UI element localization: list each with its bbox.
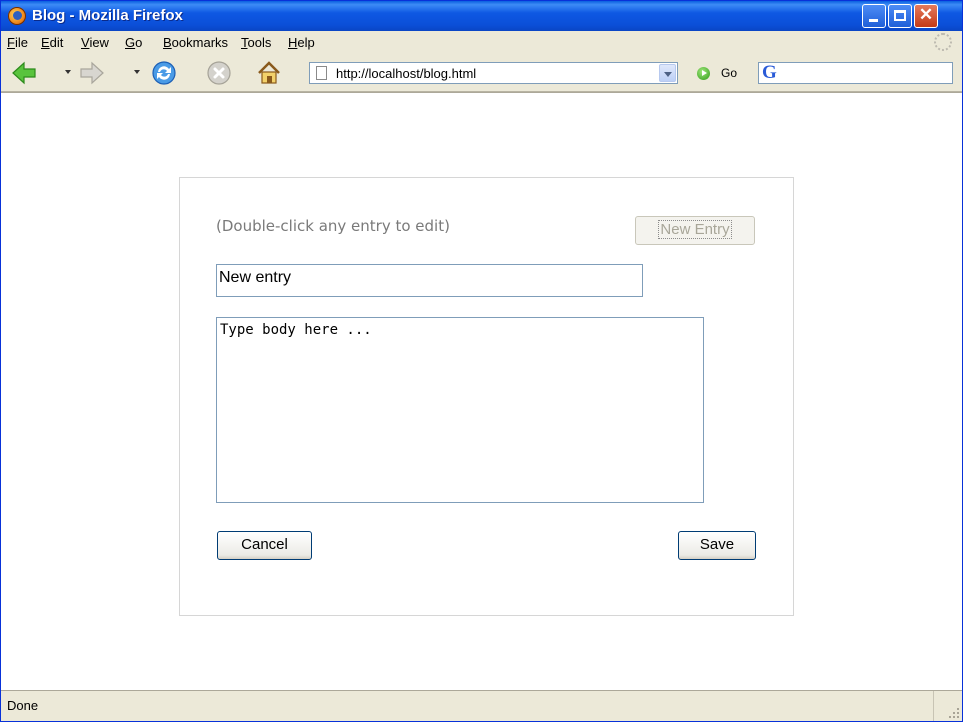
status-text: Done: [7, 698, 39, 713]
page-icon: [316, 66, 327, 80]
close-button[interactable]: ✕: [914, 4, 938, 28]
throbber-icon: [934, 33, 952, 51]
url-text[interactable]: http://localhost/blog.html: [336, 66, 476, 81]
menu-edit[interactable]: Edit: [41, 35, 63, 50]
forward-arrow-icon[interactable]: [79, 60, 105, 86]
blog-editor-panel: (Double-click any entry to edit) New Ent…: [179, 177, 794, 616]
back-history-dropdown-icon[interactable]: [65, 70, 71, 74]
forward-history-dropdown-icon[interactable]: [134, 70, 140, 74]
status-bar: Done: [1, 690, 962, 721]
save-button[interactable]: Save: [678, 531, 756, 560]
maximize-button[interactable]: [888, 4, 912, 28]
menu-bookmarks[interactable]: Bookmarks: [163, 35, 228, 50]
resize-grip-icon[interactable]: [933, 691, 962, 721]
minimize-icon: [869, 19, 878, 22]
maximize-icon: [894, 10, 906, 21]
close-icon: ✕: [918, 5, 934, 24]
home-icon[interactable]: [256, 60, 282, 86]
stop-icon[interactable]: [206, 60, 232, 86]
entry-title-input[interactable]: New entry: [216, 264, 643, 297]
entry-body-textarea[interactable]: Type body here ...: [216, 317, 704, 503]
menu-file[interactable]: File: [7, 35, 28, 50]
chevron-down-icon: [664, 72, 672, 77]
browser-window: Blog - Mozilla Firefox ✕ File Edit View …: [0, 0, 963, 722]
google-icon[interactable]: G: [762, 63, 780, 82]
search-input[interactable]: G: [758, 62, 953, 84]
go-icon[interactable]: [697, 67, 710, 80]
menu-tools[interactable]: Tools: [241, 35, 271, 50]
page-content: (Double-click any entry to edit) New Ent…: [1, 92, 962, 690]
menu-go[interactable]: Go: [125, 35, 142, 50]
go-button[interactable]: Go: [721, 66, 737, 80]
window-title: Blog - Mozilla Firefox: [32, 7, 183, 24]
url-bar[interactable]: http://localhost/blog.html: [309, 62, 678, 84]
menu-bar: File Edit View Go Bookmarks Tools Help: [1, 31, 962, 54]
url-history-dropdown[interactable]: [659, 64, 676, 82]
reload-icon[interactable]: [151, 60, 177, 86]
firefox-icon: [8, 7, 26, 25]
title-bar[interactable]: Blog - Mozilla Firefox ✕: [1, 1, 962, 31]
menu-help[interactable]: Help: [288, 35, 315, 50]
edit-hint: (Double-click any entry to edit): [216, 217, 450, 235]
back-arrow-icon[interactable]: [11, 60, 37, 86]
navigation-toolbar: http://localhost/blog.html Go G: [1, 54, 962, 92]
minimize-button[interactable]: [862, 4, 886, 28]
cancel-button[interactable]: Cancel: [217, 531, 312, 560]
menu-view[interactable]: View: [81, 35, 109, 50]
new-entry-button[interactable]: New Entry: [635, 216, 755, 245]
